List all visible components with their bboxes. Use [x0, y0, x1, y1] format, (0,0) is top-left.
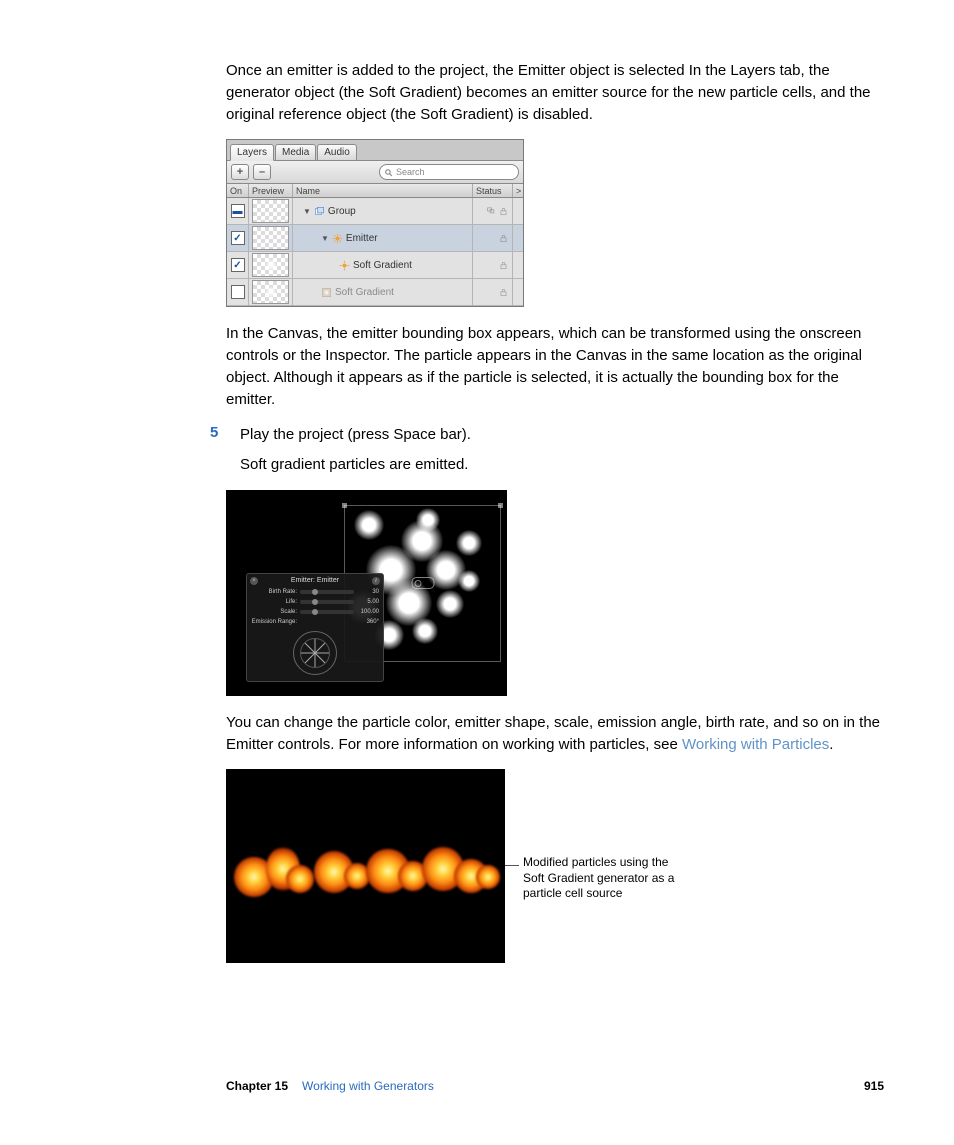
- checkbox[interactable]: ✓: [231, 258, 245, 272]
- tab-media[interactable]: Media: [275, 144, 316, 161]
- hud-label: Life:: [251, 599, 300, 605]
- hud-value[interactable]: 30: [357, 589, 379, 595]
- paragraph-change: You can change the particle color, emitt…: [226, 712, 884, 756]
- generator-icon: [321, 287, 332, 298]
- hud-title-bar: × Emitter: Emitter i: [247, 575, 383, 587]
- footer-title: Working with Generators: [302, 1079, 434, 1093]
- preview-thumb: [252, 199, 289, 223]
- col-status[interactable]: Status: [473, 184, 513, 197]
- slider[interactable]: [300, 600, 354, 604]
- tab-audio[interactable]: Audio: [317, 144, 357, 161]
- fire-figure: [226, 769, 505, 963]
- search-input[interactable]: Search: [379, 164, 519, 180]
- remove-layer-button[interactable]: –: [253, 164, 271, 180]
- layer-name: Emitter: [346, 233, 378, 244]
- layers-column-headers: On Preview Name Status >: [227, 184, 523, 198]
- col-more[interactable]: >: [513, 184, 523, 197]
- hud-row-life: Life: 5.00: [247, 597, 383, 607]
- checkbox[interactable]: ▬: [231, 204, 245, 218]
- hud-label: Birth Rate:: [251, 589, 300, 595]
- layers-panel: Layers Media Audio + – Search On Preview…: [226, 139, 524, 307]
- tab-layers[interactable]: Layers: [230, 144, 274, 161]
- lock-icon[interactable]: [499, 288, 508, 297]
- hud-row-emission-range: Emission Range: 360°: [247, 617, 383, 627]
- lock-icon[interactable]: [499, 261, 508, 270]
- paragraph-change-post: .: [829, 736, 833, 753]
- checkbox[interactable]: [231, 285, 245, 299]
- layer-row-emitter[interactable]: ✓ ▼ Emitter: [227, 225, 523, 252]
- step-5-text: Play the project (press Space bar).: [240, 424, 884, 446]
- paragraph-canvas: In the Canvas, the emitter bounding box …: [226, 323, 884, 410]
- layers-toolbar: + – Search: [227, 161, 523, 184]
- stack-icon: [487, 207, 497, 215]
- layer-name: Soft Gradient: [353, 260, 412, 271]
- step-number: 5: [210, 424, 218, 441]
- info-icon[interactable]: i: [372, 577, 380, 585]
- search-icon: [384, 168, 393, 177]
- disclosure-icon[interactable]: ▼: [321, 234, 329, 243]
- transform-handle[interactable]: [411, 577, 434, 589]
- emitter-icon: [339, 260, 350, 271]
- slider[interactable]: [300, 590, 354, 594]
- step-5-subtext: Soft gradient particles are emitted.: [240, 454, 884, 476]
- hud-row-birth-rate: Birth Rate: 30: [247, 587, 383, 597]
- slider[interactable]: [300, 610, 354, 614]
- col-preview[interactable]: Preview: [249, 184, 293, 197]
- hud-value[interactable]: 360°: [357, 619, 379, 625]
- disclosure-icon[interactable]: ▼: [303, 207, 311, 216]
- lock-icon[interactable]: [499, 234, 508, 243]
- add-layer-button[interactable]: +: [231, 164, 249, 180]
- hud-label: Scale:: [251, 609, 300, 615]
- step-5: 5 Play the project (press Space bar). So…: [226, 424, 884, 476]
- footer-chapter: Chapter 15: [226, 1079, 288, 1093]
- search-placeholder: Search: [396, 167, 425, 177]
- fire-figure-wrap: Modified particles using the Soft Gradie…: [226, 769, 884, 963]
- checkbox[interactable]: ✓: [231, 231, 245, 245]
- hud-panel[interactable]: × Emitter: Emitter i Birth Rate: 30 Life…: [246, 573, 384, 682]
- preview-thumb: [252, 226, 289, 250]
- layer-row-group[interactable]: ▬ ▼ Group: [227, 198, 523, 225]
- preview-thumb: [252, 253, 289, 277]
- col-on[interactable]: On: [227, 184, 249, 197]
- hud-label: Emission Range:: [251, 619, 300, 625]
- footer-page-number: 915: [864, 1079, 884, 1093]
- callout-line: [505, 865, 519, 866]
- layer-row-soft-gradient-original[interactable]: Soft Gradient: [227, 279, 523, 306]
- layer-row-soft-gradient-cell[interactable]: ✓ Soft Gradient: [227, 252, 523, 279]
- hud-value[interactable]: 5.00: [357, 599, 379, 605]
- preview-thumb: [252, 280, 289, 304]
- group-icon: [314, 206, 325, 217]
- canvas-figure: × Emitter: Emitter i Birth Rate: 30 Life…: [226, 490, 507, 696]
- hud-row-scale: Scale: 100.00: [247, 607, 383, 617]
- callout-text: Modified particles using the Soft Gradie…: [523, 855, 693, 902]
- page-footer: Chapter 15 Working with Generators 915: [226, 1079, 884, 1093]
- layer-name: Soft Gradient: [335, 287, 394, 298]
- col-name[interactable]: Name: [293, 184, 473, 197]
- paragraph-intro: Once an emitter is added to the project,…: [226, 60, 884, 125]
- close-icon[interactable]: ×: [250, 577, 258, 585]
- hud-title: Emitter: Emitter: [291, 577, 339, 584]
- emission-dial[interactable]: [293, 631, 337, 675]
- hud-value[interactable]: 100.00: [357, 609, 379, 615]
- link-working-with-particles[interactable]: Working with Particles: [682, 736, 829, 753]
- layers-tabs: Layers Media Audio: [227, 140, 523, 161]
- layer-name: Group: [328, 206, 356, 217]
- lock-icon[interactable]: [499, 207, 508, 216]
- emitter-icon: [332, 233, 343, 244]
